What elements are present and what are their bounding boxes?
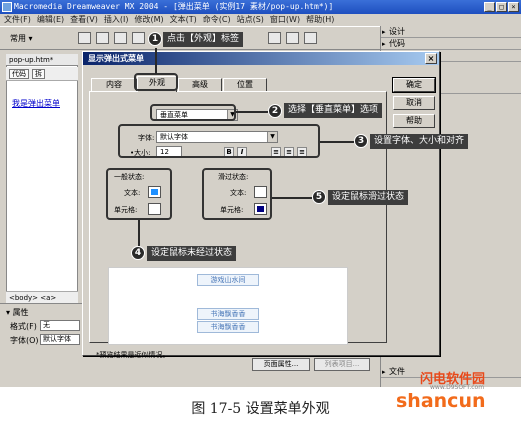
tab-advanced[interactable]: 高级 (178, 78, 222, 91)
menu-view[interactable]: 查看(V) (70, 14, 98, 26)
list-item-button[interactable]: 列表项目... (314, 358, 370, 371)
callout-3-text: 设置字体、大小和对齐 (370, 134, 469, 149)
menu-preview: 游戏山水间 书海飘香香 书海飘香香 (108, 267, 348, 345)
panel-code[interactable]: 代码 (381, 38, 521, 50)
insert-category-label: 常用 (10, 34, 26, 43)
callout-2-text: 选择【垂直菜单】选项 (284, 103, 383, 118)
tag-selector[interactable]: <body> <a> (6, 291, 78, 303)
window-title-bar: Macromedia Dreamweaver MX 2004 - [弹出菜单 (… (0, 0, 521, 14)
callout-2-line (236, 111, 268, 113)
document-window (6, 54, 78, 304)
highlight-up-state (106, 168, 172, 220)
format-select[interactable]: 无 (40, 320, 80, 331)
media-icon[interactable] (286, 32, 299, 44)
menu-help[interactable]: 帮助(H) (306, 14, 334, 26)
preview-note: *预览结果是近似情况。 (96, 351, 170, 359)
dialog-title: 显示弹出式菜单 (83, 52, 439, 65)
menu-window[interactable]: 窗口(W) (270, 14, 300, 26)
menu-commands[interactable]: 命令(C) (203, 14, 231, 26)
app-icon (2, 2, 12, 12)
properties-title-text: 属性 (12, 308, 29, 317)
minimize-button[interactable]: _ (484, 2, 495, 12)
callout-2-number: 2 (268, 104, 282, 118)
callout-5-line (272, 197, 312, 199)
format-label: 格式(F) (10, 322, 37, 331)
popup-menu-link[interactable]: 我是弹出菜单 (12, 98, 60, 109)
callout-3-line (320, 141, 354, 143)
hyperlink-icon[interactable] (78, 32, 91, 44)
menu-bar: 文件(F) 编辑(E) 查看(V) 插入(I) 修改(M) 文本(T) 命令(C… (0, 14, 521, 26)
document-tab[interactable]: pop-up.htm* (6, 54, 78, 66)
window-title: Macromedia Dreamweaver MX 2004 - [弹出菜单 (… (14, 2, 334, 11)
preview-item: 书海飘香香 (197, 308, 259, 320)
maximize-button[interactable]: □ (496, 2, 507, 12)
table-icon[interactable] (132, 32, 145, 44)
menu-modify[interactable]: 修改(M) (134, 14, 163, 26)
watermark-logo: shancun (396, 390, 486, 412)
callout-1-number: 1 (148, 32, 162, 46)
callout-5-number: 5 (312, 190, 326, 204)
menu-text[interactable]: 文本(T) (170, 14, 197, 26)
watermark-url: www.D9SOFT.com (430, 384, 485, 391)
window-controls: _ □ × (484, 2, 519, 12)
callout-5-text: 设定鼠标滑过状态 (328, 190, 409, 205)
tab-position[interactable]: 位置 (223, 78, 267, 91)
callout-1-text: 点击【外观】标签 (163, 32, 244, 47)
close-window-button[interactable]: × (508, 2, 519, 12)
document-toolbar: 代码 拆 (6, 67, 78, 81)
panel-design[interactable]: 设计 (381, 26, 521, 38)
screenshot-area: Macromedia Dreamweaver MX 2004 - [弹出菜单 (… (0, 0, 521, 387)
highlight-appearance-tab (134, 73, 178, 91)
preview-item: 游戏山水间 (197, 274, 259, 286)
tab-content[interactable]: 内容 (91, 78, 137, 91)
menu-insert[interactable]: 插入(I) (104, 14, 129, 26)
email-link-icon[interactable] (96, 32, 109, 44)
cancel-button[interactable]: 取消 (393, 96, 435, 110)
ok-button[interactable]: 确定 (392, 77, 436, 93)
font-select[interactable]: 默认字体 (40, 334, 80, 345)
preview-item: 书海飘香香 (197, 321, 259, 333)
highlight-over-state (202, 168, 272, 220)
menu-site[interactable]: 站点(S) (237, 14, 264, 26)
highlight-font-settings (118, 124, 320, 158)
callout-4-number: 4 (131, 246, 145, 260)
menu-edit[interactable]: 编辑(E) (37, 14, 64, 26)
callout-3-number: 3 (354, 134, 368, 148)
insert-category-dropdown[interactable]: 常用 ▾ (10, 33, 33, 44)
dialog-close-button[interactable]: × (425, 53, 437, 64)
anchor-icon[interactable] (114, 32, 127, 44)
code-view-button[interactable]: 代码 (9, 69, 29, 79)
callout-4-text: 设定鼠标未经过状态 (147, 246, 237, 261)
callout-1-line (155, 48, 157, 74)
split-view-button[interactable]: 拆 (32, 69, 45, 79)
callout-4-line (138, 220, 140, 246)
image-icon[interactable] (268, 32, 281, 44)
highlight-menu-type (150, 104, 236, 121)
help-button[interactable]: 帮助 (393, 114, 435, 128)
font-label: 字体(O) (10, 336, 39, 345)
menu-file[interactable]: 文件(F) (4, 14, 31, 26)
properties-title: ▾ 属性 (6, 308, 29, 317)
page-properties-button[interactable]: 页面属性... (252, 358, 310, 371)
template-icon[interactable] (304, 32, 317, 44)
